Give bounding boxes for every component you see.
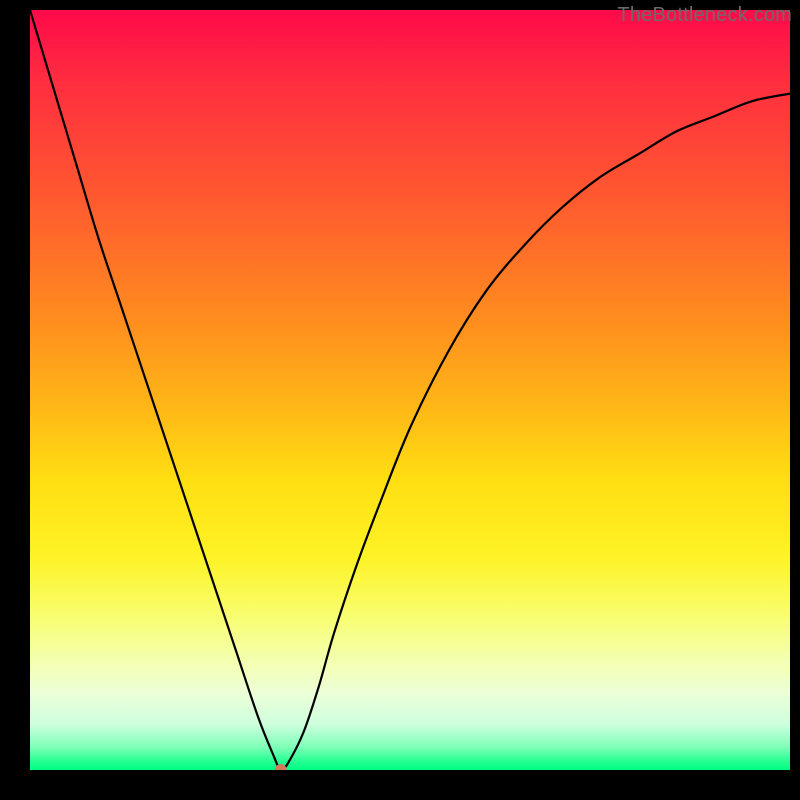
curve-path (30, 10, 790, 770)
bottleneck-curve (30, 10, 790, 770)
min-marker (275, 764, 287, 770)
plot-area (30, 10, 790, 770)
watermark-text: TheBottleneck.com (617, 4, 792, 27)
chart-frame: TheBottleneck.com (0, 0, 800, 800)
